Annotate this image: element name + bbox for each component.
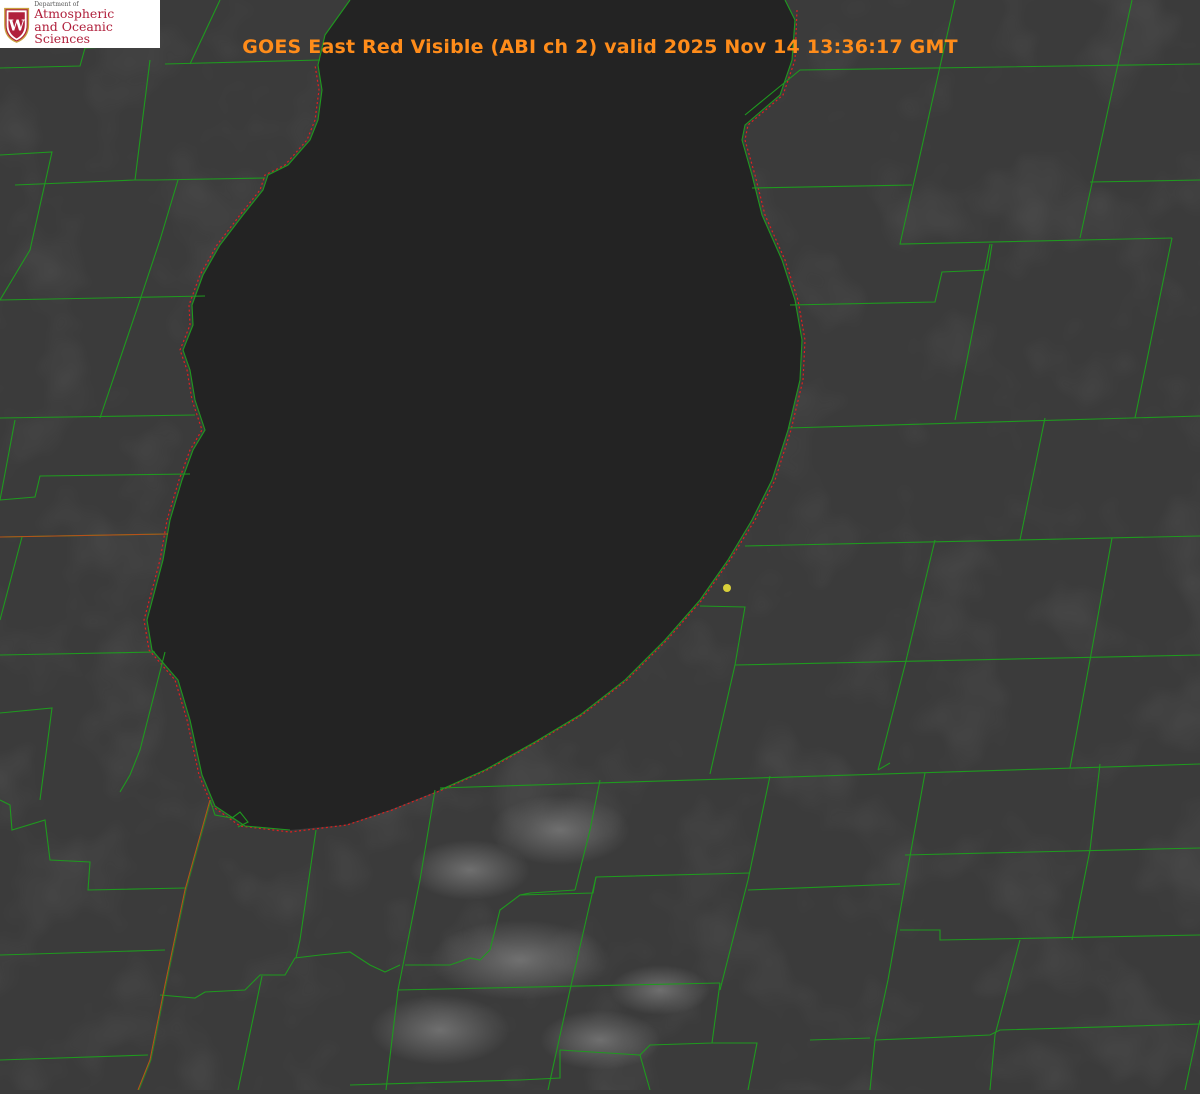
map-svg	[0, 0, 1200, 1091]
map-title: GOES East Red Visible (ABI ch 2) valid 2…	[242, 36, 958, 58]
seal-letter: W	[7, 17, 25, 34]
satellite-map	[0, 0, 1200, 1091]
station-dot	[723, 584, 731, 592]
